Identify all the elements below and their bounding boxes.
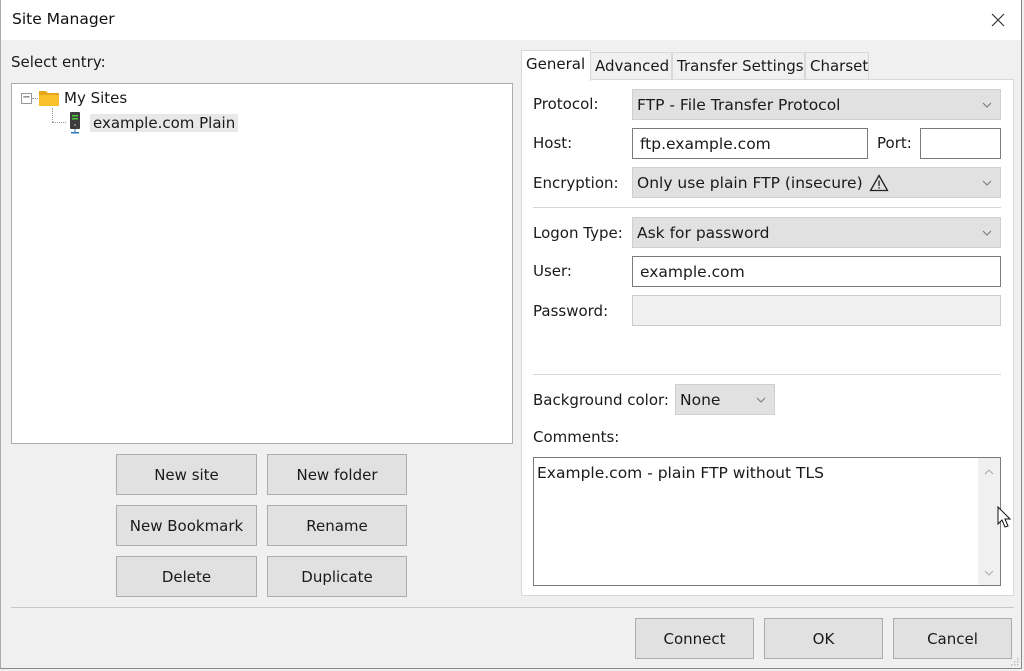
site-tree[interactable]: − My Sites example.com Plain — [11, 83, 513, 444]
mouse-cursor-icon — [997, 506, 1012, 528]
folder-icon — [39, 91, 59, 106]
background-color-select[interactable]: None — [675, 384, 775, 415]
user-input[interactable]: example.com — [632, 256, 1001, 287]
scroll-up-button[interactable] — [978, 462, 1000, 482]
logon-type-select[interactable]: Ask for password — [632, 217, 1001, 248]
comments-label: Comments: — [533, 428, 620, 446]
rename-button[interactable]: Rename — [267, 505, 407, 546]
encryption-value: Only use plain FTP (insecure) — [637, 173, 863, 192]
collapse-toggle[interactable]: − — [21, 92, 32, 104]
background-color-label: Background color: — [533, 391, 669, 409]
close-icon — [991, 13, 1005, 27]
new-bookmark-button[interactable]: New Bookmark — [116, 505, 257, 546]
select-entry-label: Select entry: — [11, 53, 106, 71]
protocol-select[interactable]: FTP - File Transfer Protocol — [632, 89, 1001, 120]
warning-icon — [869, 173, 889, 191]
background-color-value: None — [680, 390, 721, 409]
connect-button[interactable]: Connect — [635, 618, 754, 659]
tree-item-label: example.com Plain — [90, 114, 239, 132]
logon-type-label: Logon Type: — [533, 224, 623, 242]
chevron-down-icon — [984, 570, 994, 576]
protocol-label: Protocol: — [533, 95, 599, 113]
new-folder-button[interactable]: New folder — [267, 454, 407, 495]
tab-advanced[interactable]: Advanced — [590, 52, 672, 80]
host-input[interactable]: ftp.example.com — [632, 128, 868, 159]
resize-grip-icon[interactable] — [1009, 656, 1019, 666]
delete-button[interactable]: Delete — [116, 556, 257, 597]
port-label: Port: — [877, 134, 912, 152]
tab-transfer-settings[interactable]: Transfer Settings — [672, 52, 805, 80]
password-label: Password: — [533, 302, 609, 320]
tab-charset[interactable]: Charset — [805, 52, 869, 80]
comments-text: Example.com - plain FTP without TLS — [537, 464, 824, 482]
password-input — [632, 295, 1001, 326]
user-label: User: — [533, 262, 572, 280]
chevron-down-icon — [982, 180, 992, 186]
tree-item-label: My Sites — [64, 89, 128, 107]
protocol-value: FTP - File Transfer Protocol — [637, 95, 841, 114]
ok-button[interactable]: OK — [764, 618, 883, 659]
encryption-select[interactable]: Only use plain FTP (insecure) — [632, 167, 1001, 198]
encryption-label: Encryption: — [533, 174, 619, 192]
tree-connector — [52, 108, 53, 122]
logon-type-value: Ask for password — [637, 223, 770, 242]
chevron-down-icon — [982, 230, 992, 236]
separator — [533, 207, 1001, 208]
server-icon — [70, 112, 80, 134]
tree-item-example-com-plain[interactable]: example.com Plain — [68, 111, 239, 135]
window-title: Site Manager — [12, 10, 115, 28]
comments-textarea[interactable]: Example.com - plain FTP without TLS — [533, 457, 1001, 586]
close-button[interactable] — [975, 0, 1021, 40]
new-site-button[interactable]: New site — [116, 454, 257, 495]
tab-general[interactable]: General — [521, 50, 591, 81]
title-bar: Site Manager — [1, 0, 1021, 40]
site-manager-dialog: Site Manager Select entry: − My Sites ex… — [0, 0, 1022, 669]
separator — [533, 374, 1001, 375]
cancel-button[interactable]: Cancel — [893, 618, 1012, 659]
scroll-down-button[interactable] — [978, 563, 1000, 583]
duplicate-button[interactable]: Duplicate — [267, 556, 407, 597]
host-label: Host: — [533, 134, 573, 152]
separator — [11, 607, 1014, 608]
tree-connector — [52, 122, 66, 123]
chevron-down-icon — [756, 397, 766, 403]
port-input[interactable] — [920, 128, 1001, 159]
tree-item-my-sites[interactable]: − My Sites — [21, 86, 127, 110]
chevron-down-icon — [982, 102, 992, 108]
chevron-up-icon — [984, 469, 994, 475]
